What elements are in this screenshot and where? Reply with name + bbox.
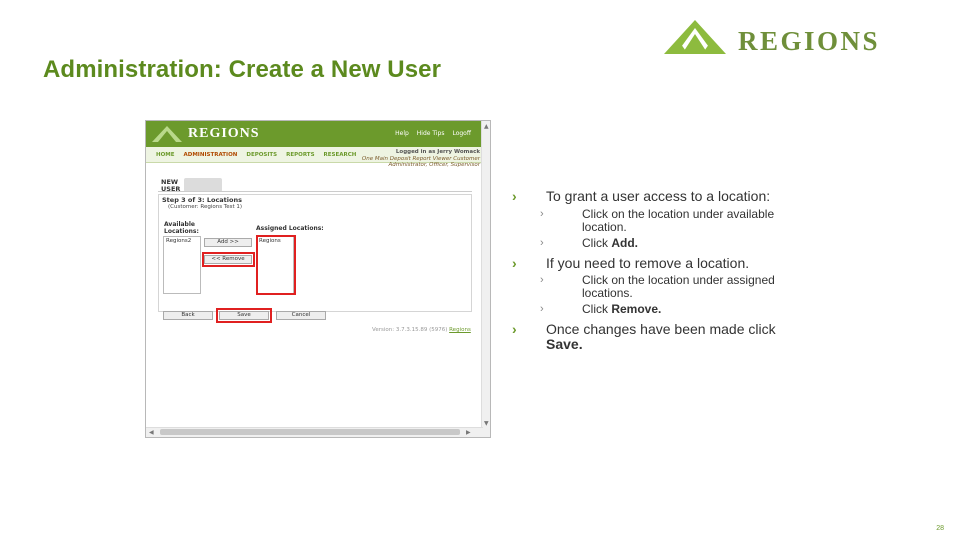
bullet-grant-sub1-text: Click on the location under available lo… [582, 207, 775, 234]
customer-name: (Customer: Regions Test 1) [168, 204, 243, 210]
app-header-bar: REGIONS Help Hide Tips Logoff [146, 121, 483, 147]
regions-wordmark: REGIONS [738, 26, 881, 56]
bullet-save: › Once changes have been made click Save… [512, 322, 822, 352]
assigned-locations-label: Assigned Locations: [256, 225, 324, 232]
add-button[interactable]: Add >> [204, 238, 252, 247]
nav-home[interactable]: HOME [156, 152, 175, 158]
available-label-line1: Available [164, 221, 195, 228]
available-label-line2: Locations: [164, 228, 199, 235]
version-number: Version: 3.7.3.15.89 (5976) [372, 327, 448, 333]
version-text: Version: 3.7.3.15.89 (5976) Regions [372, 327, 471, 333]
available-locations-label: Available Locations: [164, 221, 199, 235]
chevron-right-icon: › [512, 321, 517, 337]
bullet-grant-sub1: › Click on the location under available … [512, 208, 822, 234]
regions-pyramid-icon [152, 126, 182, 142]
chevron-right-icon: › [540, 237, 544, 249]
horizontal-scrollbar[interactable]: ◀ ▶ [146, 427, 483, 437]
version-link[interactable]: Regions [449, 327, 471, 333]
nav-reports[interactable]: REPORTS [286, 152, 314, 158]
bullet-grant: › To grant a user access to a location: [512, 189, 822, 204]
bullet-remove-sub1: › Click on the location under assigned l… [512, 274, 822, 300]
available-locations-list[interactable]: Regions2 [163, 236, 201, 294]
scroll-down-icon[interactable]: ▼ [484, 420, 489, 427]
bullet-remove-sub2: › Click Remove. [512, 303, 822, 316]
step-title: Step 3 of 3: Locations [162, 196, 242, 204]
bullet-remove-sub2-prefix: Click [582, 302, 612, 316]
divider [158, 191, 472, 192]
bullet-save-line1: Once changes have been made click [546, 321, 776, 337]
chevron-right-icon: › [512, 188, 517, 204]
bullet-remove-sub1-text: Click on the location under assigned loc… [582, 273, 775, 300]
regions-pyramid-icon [664, 20, 726, 54]
bullet-remove-sub2-bold: Remove. [611, 302, 662, 316]
bullet-save-line2: Save. [546, 336, 583, 352]
highlight-remove [202, 252, 255, 267]
chevron-right-icon: › [512, 255, 517, 271]
bullet-grant-sub2-bold: Add. [611, 236, 639, 250]
help-link[interactable]: Help [395, 130, 409, 137]
app-brand: REGIONS [188, 126, 260, 141]
chevron-right-icon: › [540, 274, 544, 286]
bullet-remove: › If you need to remove a location. [512, 256, 822, 271]
bullet-remove-text: If you need to remove a location. [546, 255, 750, 271]
hide-tips-link[interactable]: Hide Tips [417, 130, 445, 137]
vertical-scrollbar[interactable]: ▲ ▼ [481, 121, 490, 437]
login-permissions: Administrator, Officer, Supervisor [388, 162, 480, 168]
scroll-right-icon[interactable]: ▶ [466, 429, 471, 436]
login-info: Logged in as Jerry Womack One Main Depos… [362, 149, 480, 169]
highlight-assigned [256, 235, 296, 295]
nav-administration[interactable]: ADMINISTRATION [184, 152, 238, 158]
cancel-button[interactable]: Cancel [276, 311, 326, 320]
scroll-left-icon[interactable]: ◀ [149, 429, 154, 436]
top-links: Help Hide Tips Logoff [395, 130, 471, 137]
chevron-right-icon: › [540, 303, 544, 315]
bullet-grant-sub2: › Click Add. [512, 237, 822, 250]
scroll-up-icon[interactable]: ▲ [484, 123, 489, 130]
page-number: 28 [936, 525, 944, 532]
chevron-right-icon: › [540, 208, 544, 220]
logoff-link[interactable]: Logoff [452, 130, 471, 137]
bullet-grant-sub2-prefix: Click [582, 236, 612, 250]
slide-title: Administration: Create a New User [43, 56, 442, 83]
back-button[interactable]: Back [163, 311, 213, 320]
scroll-thumb[interactable] [160, 429, 460, 435]
world-map-icon [184, 178, 222, 192]
regions-logo: REGIONS [664, 20, 924, 60]
nav-deposits[interactable]: DEPOSITS [246, 152, 277, 158]
nav-research[interactable]: RESEARCH [324, 152, 357, 158]
highlight-save [216, 308, 272, 323]
embedded-screenshot: REGIONS Help Hide Tips Logoff HOME ADMIN… [145, 120, 491, 438]
bullet-grant-text: To grant a user access to a location: [546, 188, 771, 204]
list-item[interactable]: Regions2 [166, 238, 198, 244]
